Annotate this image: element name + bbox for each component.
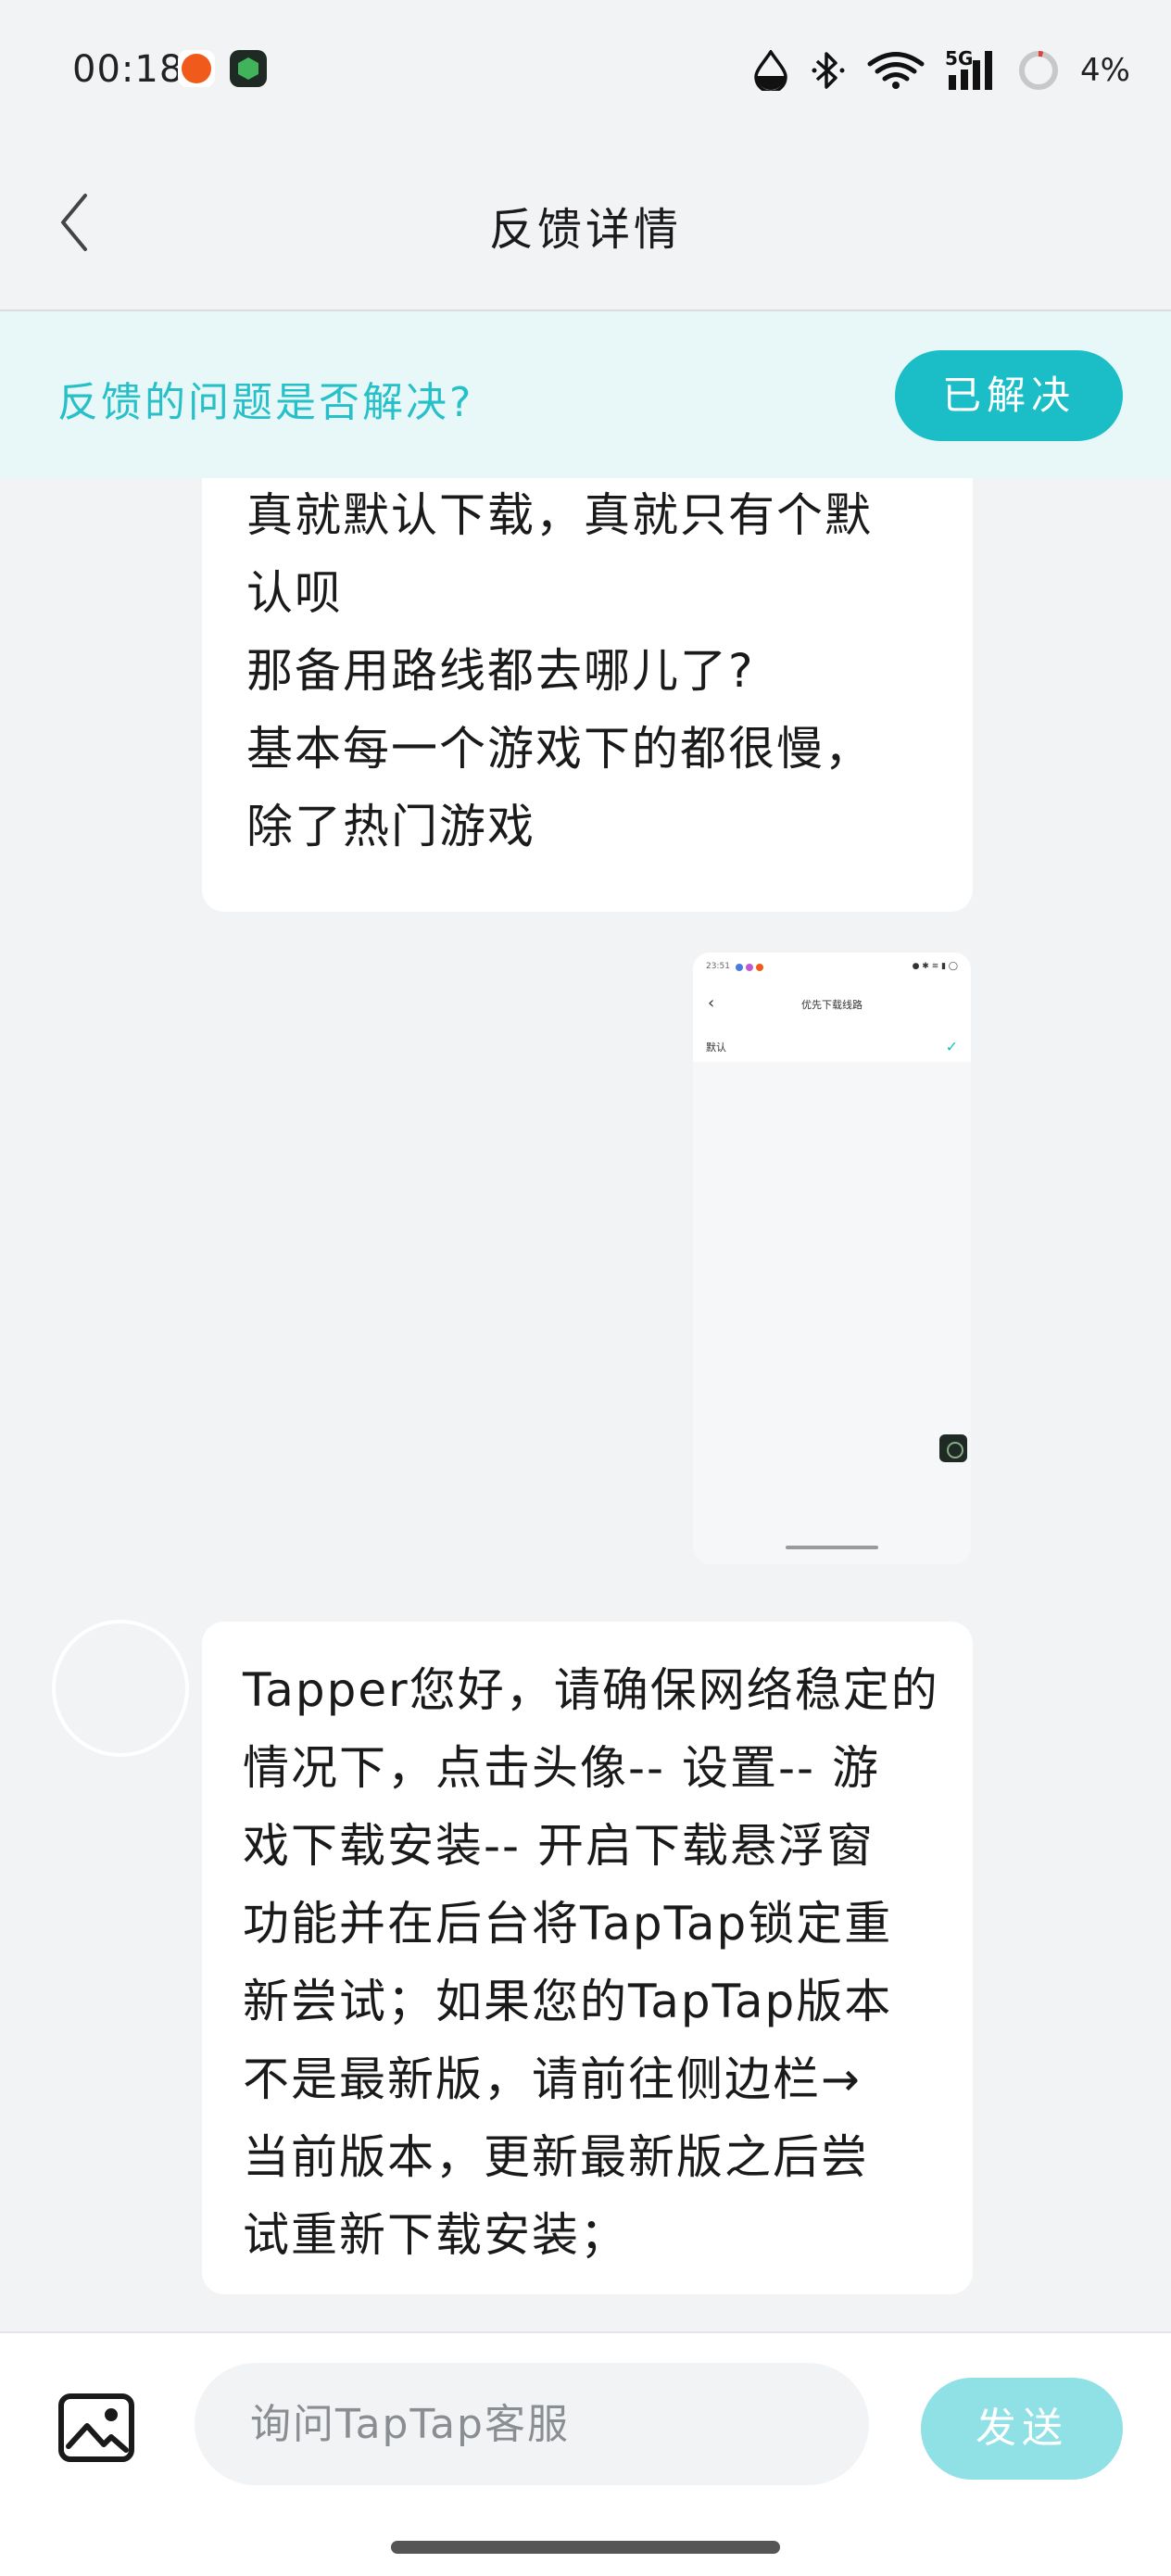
message-input[interactable]	[195, 2363, 869, 2485]
message-line: 那备用路线都去哪儿了?	[246, 644, 755, 698]
floating-window-icon	[939, 1434, 967, 1462]
send-button[interactable]: 发送	[921, 2378, 1123, 2480]
screenshot-status-icons: ● ✱ ≋ ▮ ◯	[912, 962, 958, 971]
message-line: 基本每一个游戏下的都很慢，	[246, 722, 873, 776]
attached-screenshot[interactable]: 23:51 ● ✱ ≋ ▮ ◯ ‹ 优先下载线路 默认 ✓	[693, 953, 971, 1564]
notification-app-icon	[178, 50, 215, 87]
user-message-text: 真就默认下载，真就只有个默 认呗 那备用路线都去哪儿了? 基本每一个游戏下的都很…	[246, 478, 928, 865]
message-line: 新尝试；如果您的TapTap版本	[243, 1975, 893, 2028]
screenshot-status-time: 23:51	[706, 962, 730, 971]
resolution-banner: 反馈的问题是否解决? 已解决	[0, 311, 1171, 478]
status-bar: 00:18 5G 4%	[0, 0, 1171, 139]
agent-message-text: Tapper您好，请确保网络稳定的 情况下，点击头像-- 设置-- 游 戏下载安…	[243, 1651, 939, 2274]
agent-message-bubble: Tapper您好，请确保网络稳定的 情况下，点击头像-- 设置-- 游 戏下载安…	[202, 1622, 973, 2294]
data-saver-icon	[754, 50, 787, 91]
battery-percent: 4%	[1080, 52, 1130, 89]
top-nav-bar: 反馈详情	[0, 139, 1171, 310]
screenshot-home-bar	[786, 1546, 878, 1549]
image-icon	[58, 2393, 134, 2462]
resolved-button[interactable]: 已解决	[895, 350, 1123, 441]
battery-ring-icon	[1019, 51, 1059, 90]
message-line: 不是最新版，请前往侧边栏→	[243, 2052, 862, 2106]
status-time: 00:18	[72, 48, 184, 91]
signal-bars-icon	[949, 51, 993, 90]
home-indicator[interactable]	[391, 2541, 780, 2554]
message-composer: 发送	[0, 2331, 1171, 2576]
message-line: 功能并在后台将TapTap锁定重	[243, 1897, 893, 1951]
page-title: 反馈详情	[488, 204, 682, 256]
agent-avatar[interactable]	[52, 1620, 189, 1757]
message-line: 除了热门游戏	[246, 800, 535, 853]
attach-image-button[interactable]	[57, 2393, 135, 2463]
screenshot-title: 优先下载线路	[801, 999, 863, 1011]
screenshot-header: 23:51 ● ✱ ≋ ▮ ◯ ‹ 优先下载线路 默认 ✓	[693, 953, 971, 1062]
cellular-signal: 5G	[945, 47, 997, 92]
screenshot-option: 默认	[706, 1042, 726, 1054]
message-line: 认呗	[246, 566, 343, 620]
message-line: 试重新下载安装；	[243, 2208, 628, 2262]
message-line: 戏下载安装-- 开启下载悬浮窗	[243, 1819, 875, 1873]
bluetooth-icon	[812, 52, 845, 89]
notification-app-icon-2	[230, 50, 267, 87]
message-line: 当前版本，更新最新版之后尝	[243, 2130, 869, 2184]
status-icons: 5G 4%	[752, 43, 1130, 98]
wifi-icon	[867, 52, 925, 89]
resolution-question: 反馈的问题是否解决?	[57, 379, 474, 426]
screenshot-status-dots	[736, 964, 763, 971]
message-line: Tapper您好，请确保网络稳定的	[243, 1663, 939, 1717]
checkmark-icon: ✓	[945, 1038, 958, 1055]
chat-thread[interactable]: 真就默认下载，真就只有个默 认呗 那备用路线都去哪儿了? 基本每一个游戏下的都很…	[0, 478, 1171, 2331]
message-line: 情况下，点击头像-- 设置-- 游	[243, 1741, 880, 1795]
message-line: 真就默认下载，真就只有个默	[246, 488, 873, 542]
user-message-bubble: 真就默认下载，真就只有个默 认呗 那备用路线都去哪儿了? 基本每一个游戏下的都很…	[202, 478, 973, 912]
